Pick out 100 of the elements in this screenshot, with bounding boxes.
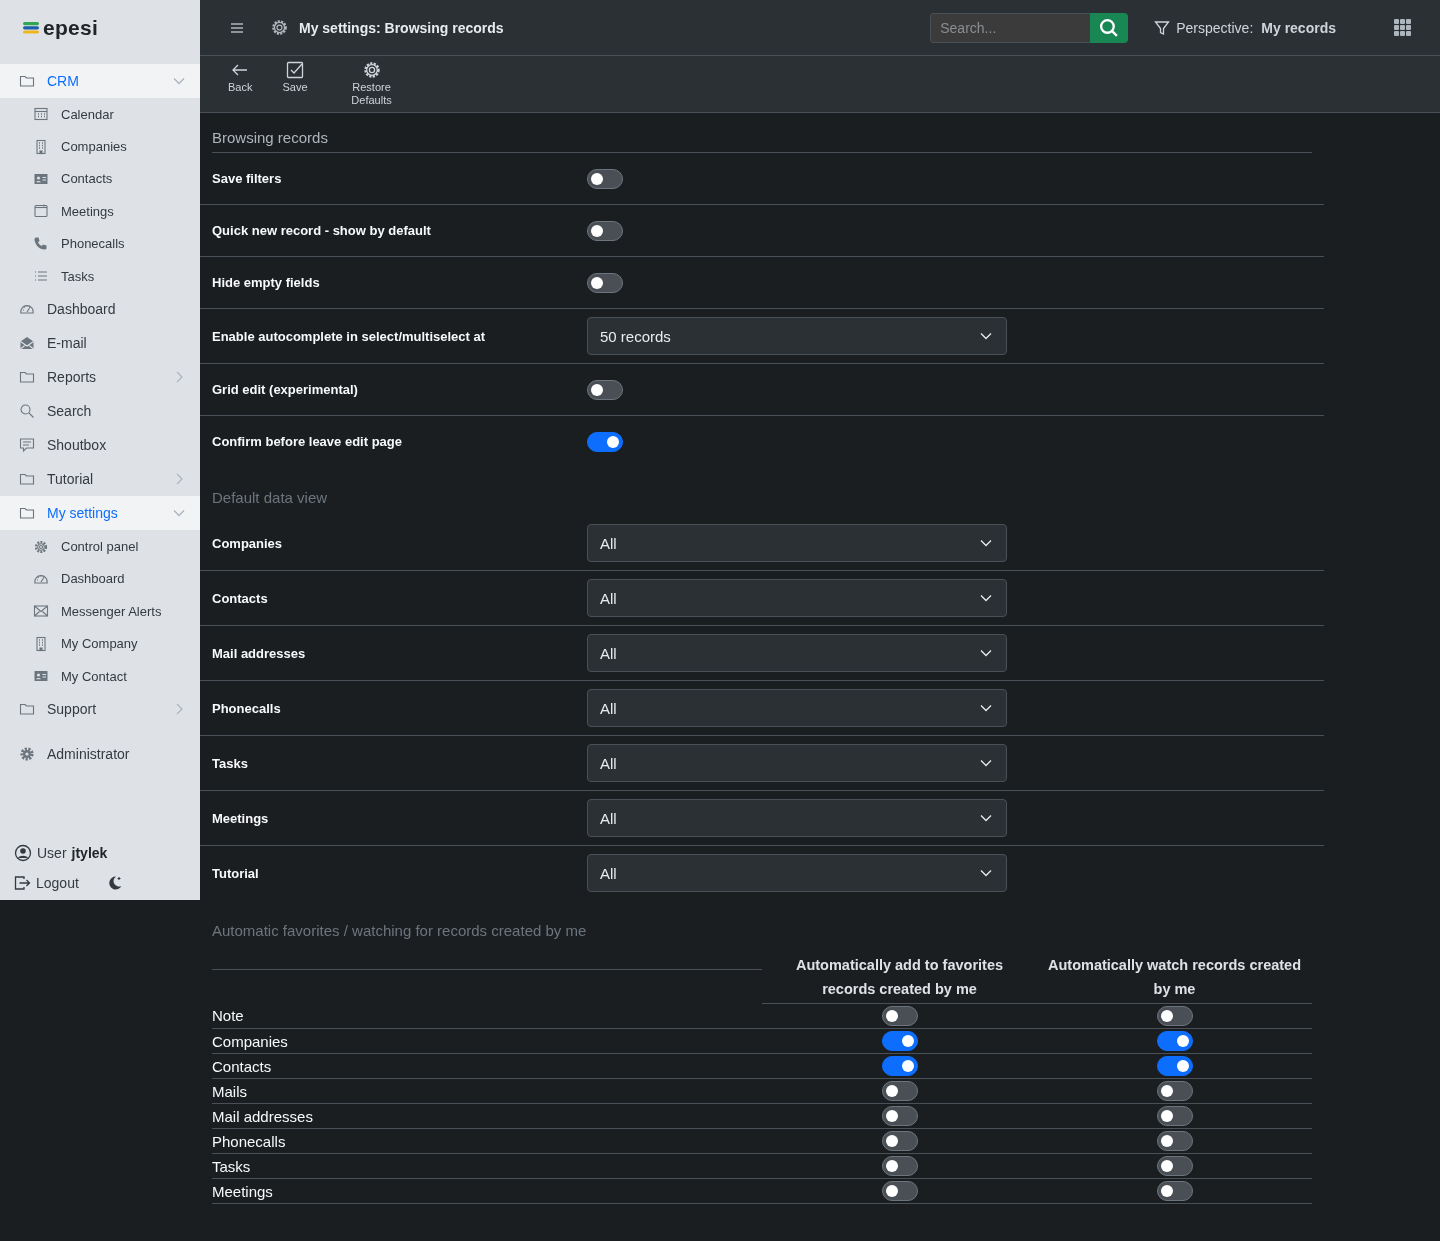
toggle-switch[interactable] <box>1156 1156 1193 1176</box>
folder-icon <box>19 369 35 386</box>
sidebar-item[interactable]: Support <box>0 692 200 727</box>
table-cell: Companies <box>212 1028 762 1054</box>
table-cell: Meetings <box>212 1178 762 1204</box>
folder-icon <box>19 73 35 89</box>
select-field[interactable]: All <box>587 689 1007 727</box>
setting-label: Hide empty fields <box>212 275 321 290</box>
logo-text: epesi <box>43 16 99 40</box>
user-icon <box>14 844 32 862</box>
select-field[interactable]: All <box>587 744 1007 782</box>
table-cell: Note <box>212 1003 762 1029</box>
setting-label: Companies <box>212 535 284 551</box>
search-icon <box>19 403 35 420</box>
toggle-switch[interactable] <box>1156 1081 1193 1101</box>
toggle-switch[interactable] <box>587 379 623 400</box>
sidebar-subitem[interactable]: My Contact <box>0 659 200 693</box>
sidebar-subitem[interactable]: Tasks <box>0 259 200 293</box>
calendar-icon <box>33 203 49 220</box>
sidebar-subitem[interactable]: Phonecalls <box>0 227 200 260</box>
user-label: User <box>37 845 67 861</box>
setting-label: Tasks <box>212 755 249 771</box>
select-field[interactable]: All <box>587 579 1007 617</box>
sidebar-subitem[interactable]: Calendar <box>0 98 200 131</box>
envelope-icon <box>19 335 35 352</box>
select-field[interactable]: All <box>587 524 1007 562</box>
settings-icon <box>33 538 49 555</box>
table-cell: Mail addresses <box>212 1103 762 1129</box>
toggle-switch[interactable] <box>881 1056 918 1076</box>
search-icon <box>1099 17 1120 38</box>
sidebar-subitem[interactable]: Dashboard <box>0 562 200 596</box>
setting-label: Enable autocomplete in select/multiselect at <box>212 328 487 344</box>
toggle-switch[interactable] <box>881 1031 918 1051</box>
toggle-switch[interactable] <box>881 1156 918 1176</box>
setting-label: Confirm before leave edit page <box>212 434 403 449</box>
sidebar-item[interactable]: Search <box>0 394 200 429</box>
perspective-label: Perspective: <box>1176 19 1254 36</box>
toggle-switch[interactable] <box>587 431 623 452</box>
setting-label: Phonecalls <box>212 700 282 716</box>
logo-icon <box>23 22 39 34</box>
folder-icon <box>19 505 35 522</box>
search-button[interactable] <box>1090 12 1129 43</box>
building-icon <box>33 635 49 652</box>
column-header: Automatically add to favorites records created by me <box>762 949 1037 1004</box>
sidebar-item[interactable]: CRM <box>0 64 200 98</box>
toggle-switch[interactable] <box>1156 1056 1193 1076</box>
logout-link[interactable]: Logout <box>36 875 79 891</box>
toggle-switch[interactable] <box>1156 1006 1193 1026</box>
sidebar-item[interactable]: Dashboard <box>0 292 200 327</box>
toggle-switch[interactable] <box>881 1106 918 1126</box>
perspective-value[interactable]: My records <box>1261 19 1336 36</box>
section-title: Default data view <box>212 488 329 508</box>
toggle-switch[interactable] <box>881 1006 918 1026</box>
settings-icon <box>361 60 382 80</box>
setting-label: Grid edit (experimental) <box>212 382 359 397</box>
sidebar-subitem[interactable]: Contacts <box>0 162 200 196</box>
toolbar-button[interactable]: Back <box>222 56 259 95</box>
select-field[interactable]: All <box>587 799 1007 837</box>
toggle-switch[interactable] <box>587 220 623 241</box>
setting-label: Quick new record - show by default <box>212 223 432 238</box>
table-cell: Mails <box>212 1078 762 1104</box>
filter-icon[interactable] <box>1154 19 1171 36</box>
calendar-icon <box>33 106 49 123</box>
setting-label: Save filters <box>212 171 283 186</box>
select-field[interactable]: All <box>587 854 1007 892</box>
toggle-switch[interactable] <box>881 1181 918 1201</box>
table-cell: Contacts <box>212 1053 762 1079</box>
sidebar-subitem[interactable]: Control panel <box>0 530 200 563</box>
toggle-switch[interactable] <box>881 1131 918 1151</box>
sidebar-subitem[interactable]: Messenger Alerts <box>0 595 200 628</box>
phone-icon <box>33 235 49 252</box>
apps-grid-icon[interactable] <box>1394 19 1411 36</box>
toggle-switch[interactable] <box>881 1081 918 1101</box>
select-field[interactable]: All <box>587 634 1007 672</box>
toggle-switch[interactable] <box>1156 1131 1193 1151</box>
checkbox-icon <box>285 60 305 80</box>
section-title: Automatic favorites / watching for records created by me <box>212 921 588 941</box>
sidebar-item[interactable]: Shoutbox <box>0 428 200 463</box>
sidebar-subitem[interactable]: My Company <box>0 627 200 660</box>
toggle-switch[interactable] <box>1156 1031 1193 1051</box>
toolbar-button[interactable]: Restore Defaults <box>343 56 400 108</box>
logout-icon[interactable] <box>14 875 31 891</box>
toggle-switch[interactable] <box>587 272 623 293</box>
sidebar-subitem[interactable]: Meetings <box>0 195 200 228</box>
folder-icon <box>19 471 35 488</box>
search-field[interactable]: Search... <box>930 12 1091 43</box>
sidebar-item[interactable]: Reports <box>0 360 200 395</box>
sidebar-item[interactable]: Administrator <box>0 737 200 772</box>
toolbar-button[interactable]: Save <box>276 56 314 95</box>
sidebar-item[interactable]: My settings <box>0 496 200 531</box>
toggle-switch[interactable] <box>587 168 623 189</box>
toggle-switch[interactable] <box>1156 1106 1193 1126</box>
sidebar-item[interactable]: Tutorial <box>0 462 200 497</box>
select-field[interactable]: 50 records <box>587 317 1007 355</box>
sidebar-item[interactable]: E-mail <box>0 326 200 361</box>
setting-label: Contacts <box>212 590 269 606</box>
menu-icon[interactable] <box>230 20 244 35</box>
sidebar-subitem[interactable]: Companies <box>0 130 200 163</box>
user-name: jtylek <box>71 845 108 861</box>
toggle-switch[interactable] <box>1156 1181 1193 1201</box>
